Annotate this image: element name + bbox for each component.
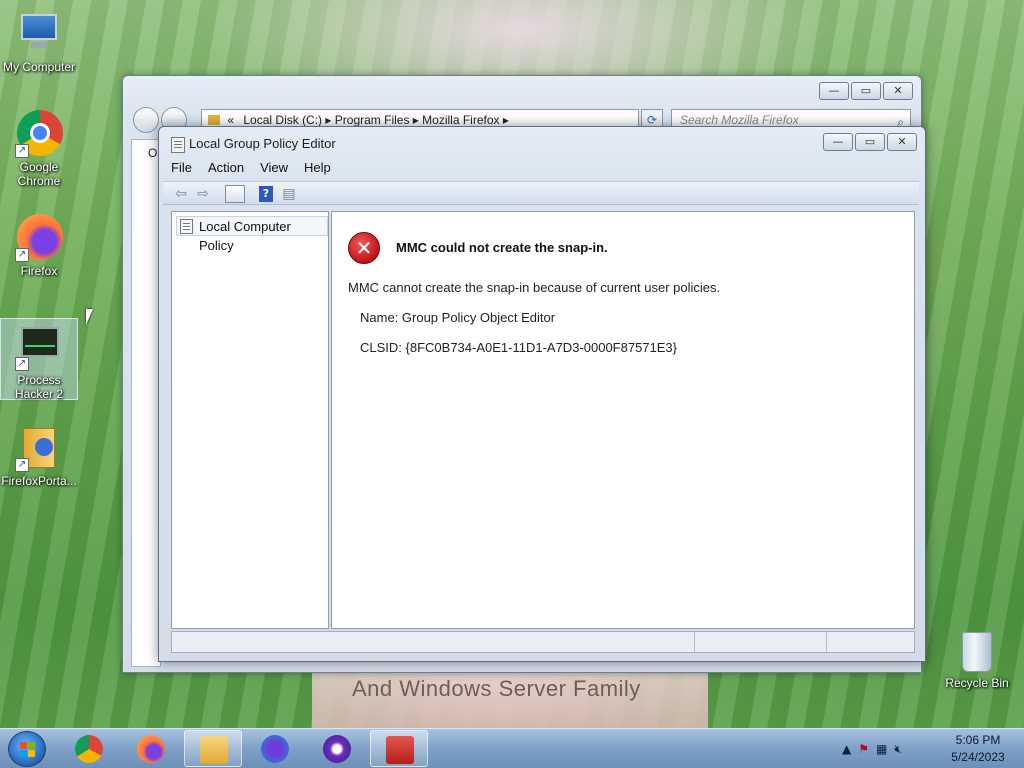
- desktop-icon-label: Recycle Bin: [945, 676, 1009, 690]
- window-controls: — ▭ ✕: [819, 82, 913, 100]
- window-title: Local Group Policy Editor: [189, 136, 336, 151]
- console-tree[interactable]: Local Computer Policy: [171, 211, 329, 629]
- toolbox-icon: [386, 736, 414, 764]
- taskbar-explorer[interactable]: [184, 730, 242, 767]
- desktop-icon-label: Process Hacker 2: [14, 373, 64, 401]
- show-hide-console-tree-icon[interactable]: [225, 185, 245, 203]
- close-button[interactable]: ✕: [883, 82, 913, 100]
- error-snapin-name: Name: Group Policy Object Editor: [360, 310, 556, 325]
- mouse-cursor: [86, 309, 93, 325]
- network-icon[interactable]: ▦: [876, 735, 887, 763]
- status-bar: [171, 631, 915, 653]
- firefox-icon: ↗: [15, 214, 63, 262]
- computer-icon: [15, 10, 63, 58]
- results-pane: ✕ MMC could not create the snap-in. MMC …: [331, 211, 915, 629]
- system-tray: ▲ ⚑ ▦ 🔇︎: [842, 735, 902, 763]
- navigation-pane[interactable]: Or: [131, 139, 161, 667]
- shortcut-arrow-icon: ↗: [15, 357, 29, 371]
- forward-arrow-icon[interactable]: ⇨: [193, 185, 213, 203]
- address-overflow[interactable]: «: [227, 113, 234, 127]
- minimize-button[interactable]: —: [823, 133, 853, 151]
- desktop-icon-google-chrome[interactable]: ↗ Google Chrome: [0, 110, 78, 188]
- tree-item-local-computer-policy[interactable]: Local Computer Policy: [176, 216, 328, 253]
- taskbar: ▲ ⚑ ▦ 🔇︎ 5:06 PM 5/24/2023: [0, 728, 1024, 768]
- mmc-app-icon: [171, 137, 185, 153]
- clock-time: 5:06 PM: [955, 733, 1001, 747]
- desktop-icon-my-computer[interactable]: My Computer: [0, 10, 78, 74]
- tree-item-label: Local Computer Policy: [199, 219, 291, 253]
- wallpaper-text: And Windows Server Family: [352, 676, 641, 701]
- maximize-button[interactable]: ▭: [855, 133, 885, 151]
- shortcut-arrow-icon: ↗: [15, 248, 29, 262]
- breadcrumb-program-files[interactable]: Program Files: [335, 113, 410, 127]
- process-hacker-icon: ↗: [15, 323, 63, 371]
- minimize-button[interactable]: —: [819, 82, 849, 100]
- menu-help[interactable]: Help: [296, 157, 339, 179]
- taskbar-firefox-portable[interactable]: [246, 730, 304, 767]
- desktop-icon-recycle-bin[interactable]: Recycle Bin: [936, 628, 1018, 690]
- taskbar-process-hacker[interactable]: [308, 730, 366, 767]
- desktop-icon-label: FirefoxPorta...: [1, 474, 77, 488]
- taskbar-chrome[interactable]: [60, 730, 118, 767]
- desktop-icon-firefox-portable[interactable]: ↗ FirefoxPorta...: [0, 424, 78, 488]
- error-message: MMC cannot create the snap-in because of…: [348, 280, 721, 295]
- menu-action[interactable]: Action: [200, 157, 252, 179]
- error-icon: ✕: [348, 232, 380, 264]
- toolbar: ⇦ ⇨ ? ▤: [163, 181, 919, 205]
- shortcut-arrow-icon: ↗: [15, 144, 29, 158]
- folder-icon: [200, 736, 228, 764]
- desktop-icon-label: My Computer: [2, 60, 76, 74]
- firefox-portable-icon: [261, 735, 289, 763]
- desktop-icon-label: Firefox: [20, 264, 58, 278]
- desktop-icon-firefox[interactable]: ↗ Firefox: [0, 214, 78, 278]
- clock-date: 5/24/2023: [951, 750, 1005, 764]
- folder-icon: [208, 115, 220, 125]
- process-hacker-icon: [323, 735, 351, 763]
- folder-icon: ↗: [15, 424, 63, 472]
- group-policy-editor-window[interactable]: Local Group Policy Editor — ▭ ✕ File Act…: [158, 126, 926, 662]
- taskbar-group-policy-editor[interactable]: [370, 730, 428, 767]
- breadcrumb-local-disk[interactable]: Local Disk (C:): [243, 113, 322, 127]
- desktop-icon-label: Google Chrome: [17, 160, 61, 188]
- menu-file[interactable]: File: [163, 157, 200, 179]
- breadcrumb-mozilla-firefox[interactable]: Mozilla Firefox: [422, 113, 499, 127]
- menu-bar: File Action View Help: [163, 157, 921, 179]
- maximize-button[interactable]: ▭: [851, 82, 881, 100]
- start-button[interactable]: [8, 731, 46, 767]
- back-button[interactable]: [133, 107, 159, 133]
- window-controls: — ▭ ✕: [823, 133, 917, 151]
- chrome-icon: ↗: [15, 110, 63, 158]
- taskbar-firefox[interactable]: [122, 730, 180, 767]
- help-icon[interactable]: ?: [259, 186, 273, 202]
- close-button[interactable]: ✕: [887, 133, 917, 151]
- recycle-bin-icon: [962, 632, 992, 672]
- desktop-icon-process-hacker[interactable]: ↗ Process Hacker 2: [0, 318, 78, 401]
- firefox-icon: [137, 735, 165, 763]
- system-clock[interactable]: 5:06 PM 5/24/2023: [938, 732, 1018, 766]
- error-title: MMC could not create the snap-in.: [396, 240, 608, 255]
- action-center-icon[interactable]: ⚑: [858, 735, 869, 763]
- show-hidden-icons-icon[interactable]: ▲: [842, 735, 851, 763]
- volume-muted-icon[interactable]: 🔇︎: [894, 735, 902, 763]
- error-clsid: CLSID: {8FC0B734-A0E1-11D1-A7D3-0000F875…: [360, 340, 678, 355]
- shortcut-arrow-icon: ↗: [15, 458, 29, 472]
- search-placeholder: Search Mozilla Firefox: [680, 113, 799, 127]
- policy-document-icon: [180, 219, 193, 234]
- show-hide-action-pane-icon[interactable]: ▤: [279, 185, 299, 203]
- chrome-icon: [75, 735, 103, 763]
- status-divider: [694, 632, 695, 652]
- back-arrow-icon[interactable]: ⇦: [171, 185, 191, 203]
- menu-view[interactable]: View: [252, 157, 296, 179]
- status-divider: [826, 632, 827, 652]
